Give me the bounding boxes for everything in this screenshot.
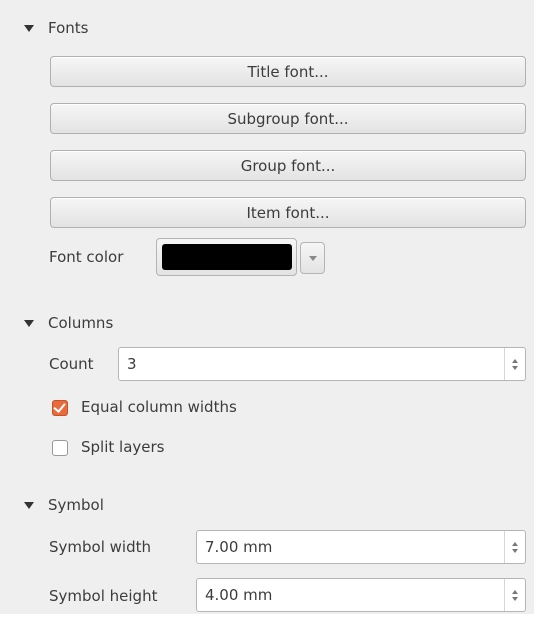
symbol-height-stepper[interactable] [504, 579, 525, 611]
item-font-button[interactable]: Item font... [50, 197, 526, 228]
collapse-triangle-icon [24, 319, 34, 327]
chevron-up-icon[interactable] [512, 541, 518, 546]
symbol-width-spinbox[interactable]: 7.00 mm [196, 530, 526, 564]
chevron-down-icon[interactable] [512, 548, 518, 553]
chevron-up-icon[interactable] [512, 589, 518, 594]
symbol-width-stepper[interactable] [504, 531, 525, 563]
symbol-height-spinbox[interactable]: 4.00 mm [196, 578, 526, 612]
count-value: 3 [127, 355, 137, 373]
symbol-height-label: Symbol height [49, 587, 158, 605]
fonts-group-title: Fonts [48, 19, 89, 37]
legend-properties-panel: Fonts Title font... Subgroup font... Gro… [0, 0, 534, 614]
font-color-button[interactable] [156, 238, 297, 276]
symbol-height-value: 4.00 mm [205, 586, 273, 604]
count-stepper[interactable] [504, 348, 525, 380]
symbol-group-header[interactable]: Symbol [24, 494, 104, 516]
count-spinbox[interactable]: 3 [118, 347, 526, 381]
checkmark-icon [53, 400, 66, 413]
symbol-width-label: Symbol width [49, 538, 151, 556]
group-font-button[interactable]: Group font... [50, 150, 526, 181]
collapse-triangle-icon [24, 501, 34, 509]
chevron-down-icon[interactable] [512, 596, 518, 601]
count-label: Count [49, 355, 94, 373]
equal-column-widths-checkbox[interactable] [52, 400, 68, 416]
font-color-label: Font color [49, 248, 124, 266]
columns-group-header[interactable]: Columns [24, 312, 113, 334]
split-layers-checkbox[interactable] [52, 440, 68, 456]
fonts-group-header[interactable]: Fonts [24, 17, 88, 39]
title-font-button[interactable]: Title font... [50, 56, 526, 87]
font-color-swatch [161, 244, 292, 270]
equal-column-widths-label[interactable]: Equal column widths [81, 398, 237, 416]
symbol-width-value: 7.00 mm [205, 538, 273, 556]
collapse-triangle-icon [24, 24, 34, 32]
chevron-down-icon [308, 255, 317, 261]
symbol-group-title: Symbol [48, 496, 104, 514]
chevron-up-icon[interactable] [512, 358, 518, 363]
subgroup-font-button[interactable]: Subgroup font... [50, 103, 526, 134]
columns-group-title: Columns [48, 314, 114, 332]
font-color-dropdown-button[interactable] [300, 242, 325, 274]
split-layers-label[interactable]: Split layers [81, 438, 164, 456]
chevron-down-icon[interactable] [512, 365, 518, 370]
